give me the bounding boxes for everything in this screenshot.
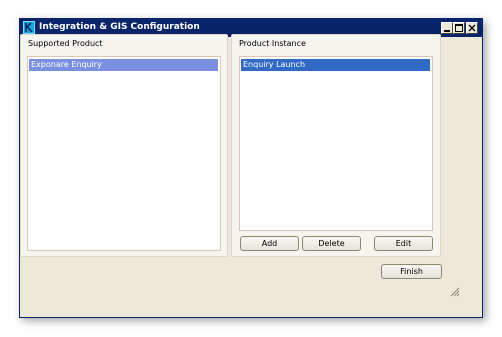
minimize-icon <box>444 30 450 32</box>
maximize-icon <box>455 24 463 32</box>
list-item[interactable]: Enquiry Launch <box>241 59 430 71</box>
close-button[interactable] <box>466 22 478 34</box>
finish-button[interactable]: Finish <box>381 264 442 279</box>
edit-button[interactable]: Edit <box>374 236 433 251</box>
delete-button[interactable]: Delete <box>302 236 361 251</box>
product-instance-list[interactable]: Enquiry Launch <box>239 56 433 231</box>
window-title: Integration & GIS Configuration <box>39 22 200 32</box>
close-icon <box>468 24 476 32</box>
product-instance-title: Product Instance <box>239 39 306 48</box>
supported-product-list[interactable]: Exponare Enquiry <box>27 56 221 251</box>
app-icon <box>23 21 35 34</box>
resize-grip-icon[interactable] <box>448 285 460 297</box>
supported-product-title: Supported Product <box>28 39 103 48</box>
list-item[interactable]: Exponare Enquiry <box>29 59 218 71</box>
add-button[interactable]: Add <box>240 236 299 251</box>
minimize-button[interactable] <box>441 22 453 34</box>
maximize-button[interactable] <box>453 22 465 34</box>
